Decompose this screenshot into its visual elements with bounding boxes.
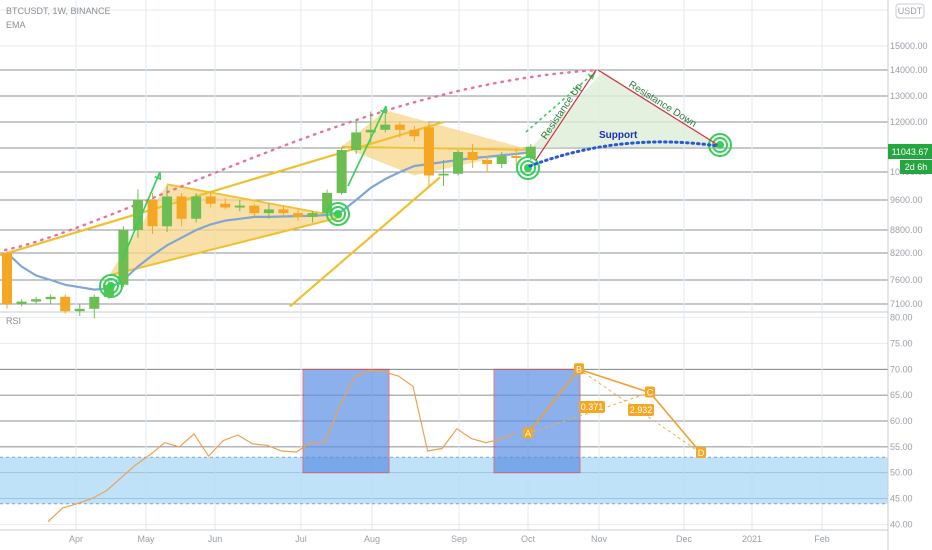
candle-body <box>351 132 362 150</box>
time-tick-label: Jul <box>295 534 307 544</box>
rsi-box-1 <box>302 368 390 474</box>
time-tick-label: Jun <box>208 534 223 544</box>
price-tick-label: 13000.00 <box>890 91 928 101</box>
time-tick-label: Feb <box>814 534 830 544</box>
candle-body <box>263 209 274 214</box>
time-tick-label: Sep <box>451 534 467 544</box>
candle-body <box>176 196 187 219</box>
rsi-tick-label: 55.00 <box>890 442 913 452</box>
candle <box>453 150 464 176</box>
candle-body <box>278 209 289 214</box>
candle-body <box>336 150 347 193</box>
candle <box>60 294 71 314</box>
rsi-tick-label: 65.00 <box>890 390 913 400</box>
candle-body <box>2 253 12 304</box>
abcd-ratio-1: 0.371 <box>579 401 605 413</box>
target-marker <box>99 274 123 298</box>
abcd-point-label: D <box>698 448 705 458</box>
candle-body <box>482 160 493 164</box>
bar-countdown: 2d 6h <box>905 162 928 172</box>
trading-chart: BTCUSDT, 1W, BINANCE EMA RSI USDT A B C D 0.… <box>0 0 932 550</box>
candle-body <box>249 205 260 214</box>
candle-body <box>380 124 391 130</box>
rsi-tick-label: 45.00 <box>890 494 913 504</box>
rsi-label: RSI <box>6 316 21 326</box>
target-marker <box>708 133 732 157</box>
currency-badge[interactable]: USDT <box>895 3 925 19</box>
time-tick-label: May <box>137 534 155 544</box>
abcd-point-label: B <box>576 364 582 374</box>
abcd-ratio-2: 2.932 <box>628 404 654 416</box>
rsi-tick-label: 75.00 <box>890 338 913 348</box>
price-tick-label: 8200.00 <box>890 248 923 258</box>
candle-body <box>162 196 173 227</box>
ema-label: EMA <box>6 20 26 30</box>
candle-body <box>74 308 85 312</box>
time-tick-label: Apr <box>69 534 83 544</box>
target-marker <box>516 156 540 180</box>
price-tick-label: 8800.00 <box>890 225 923 235</box>
target-marker <box>326 202 350 226</box>
rsi-tick-label: 60.00 <box>890 416 913 426</box>
currency-label: USDT <box>898 6 923 16</box>
candle-body <box>467 152 478 160</box>
candle <box>191 193 202 223</box>
candle-body <box>205 196 216 204</box>
candle-body <box>31 299 42 302</box>
candle-body <box>234 205 245 208</box>
price-tick-label: 12000.00 <box>890 117 928 127</box>
candle-body <box>307 213 318 217</box>
abcd-point-label: C <box>647 388 654 398</box>
time-tick-label: 2021 <box>742 534 762 544</box>
target-ring <box>107 282 115 290</box>
time-tick-label: Aug <box>364 534 380 544</box>
candle-body <box>423 127 434 176</box>
rsi-tick-label: 80.00 <box>890 313 913 323</box>
rsi-tick-label: 40.00 <box>890 519 913 529</box>
candle-body <box>220 203 231 208</box>
abcd-ratio-label: 0.371 <box>581 402 604 412</box>
chart-canvas[interactable]: BTCUSDT, 1W, BINANCE EMA RSI USDT A B C D 0.… <box>0 0 932 550</box>
candle-body <box>409 129 420 137</box>
abcd-point-d: D <box>696 447 706 459</box>
candle-body <box>496 156 507 164</box>
time-tick-label: Dec <box>676 534 693 544</box>
candle <box>2 251 12 309</box>
price-tick-label: 7100.00 <box>890 299 923 309</box>
rsi-tick-label: 50.00 <box>890 468 913 478</box>
candle-body <box>511 156 522 158</box>
abcd-point-a: A <box>523 427 533 439</box>
time-tick-label: Oct <box>521 534 536 544</box>
rsi-band <box>0 457 888 504</box>
candle <box>336 148 347 195</box>
candle-body <box>89 296 100 309</box>
candle-body <box>438 173 449 176</box>
price-tick-label: 15000.00 <box>890 41 928 51</box>
candle-body <box>453 152 464 174</box>
abcd-ratio-label: 2.932 <box>630 405 653 415</box>
candle-body <box>60 296 71 312</box>
symbol-label: BTCUSDT, 1W, BINANCE <box>6 6 111 16</box>
support-label: Support <box>599 130 638 141</box>
price-tick-label: 7600.00 <box>890 275 923 285</box>
candle-body <box>191 196 202 219</box>
candle-body <box>45 296 56 300</box>
target-ring <box>334 210 342 218</box>
price-tick-label: 9600.00 <box>890 195 923 205</box>
last-price: 11043.67 <box>892 147 929 157</box>
candle-body <box>394 124 405 130</box>
rsi-tick-label: 70.00 <box>890 364 913 374</box>
time-tick-label: Nov <box>591 534 608 544</box>
abcd-point-b: B <box>574 363 584 375</box>
candle-body <box>293 213 303 217</box>
abcd-point-label: A <box>525 428 531 438</box>
candle-body <box>147 200 158 227</box>
abcd-point-c: C <box>645 386 655 398</box>
candle-body <box>16 301 27 304</box>
price-tick-label: 14000.00 <box>890 65 928 75</box>
